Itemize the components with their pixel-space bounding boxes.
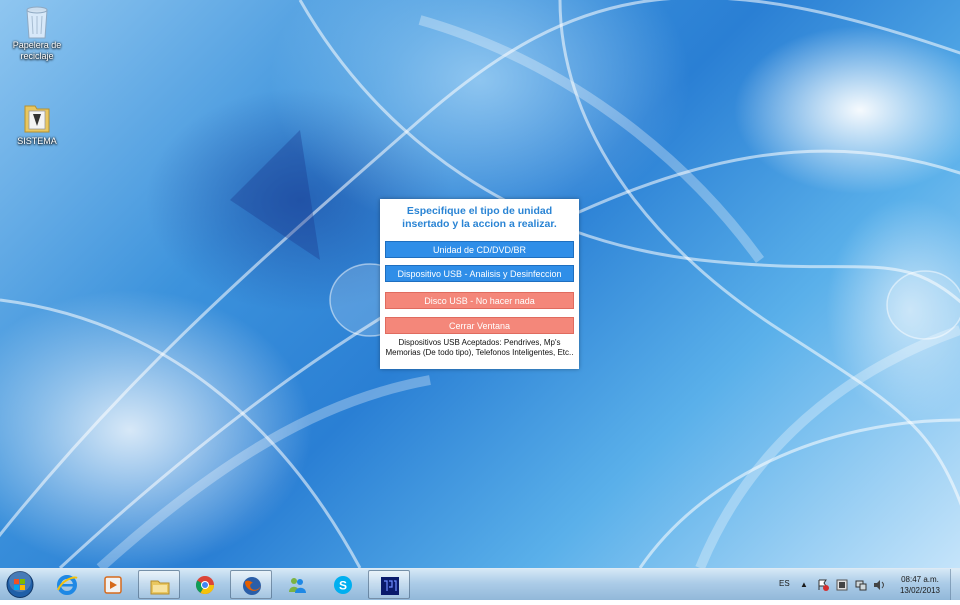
taskbar-app-window[interactable]: [368, 570, 410, 599]
taskbar-file-explorer[interactable]: [138, 570, 180, 599]
start-button[interactable]: [2, 569, 38, 600]
desktop: Papelera de reciclaje SISTEMA Especifiqu…: [0, 0, 960, 568]
internet-explorer-icon: [57, 575, 78, 595]
cd-dvd-br-button[interactable]: Unidad de CD/DVD/BR: [385, 241, 574, 258]
taskbar-skype[interactable]: S: [322, 570, 364, 599]
chrome-icon: [195, 576, 214, 595]
windows-orb-icon: [6, 570, 34, 598]
volume-icon[interactable]: [873, 578, 885, 590]
svg-text:S: S: [339, 579, 347, 593]
show-desktop-button[interactable]: [950, 569, 960, 600]
desktop-icon-label: Papelera de reciclaje: [12, 40, 62, 61]
action-center-icon[interactable]: [817, 578, 829, 591]
firefox-icon: [243, 577, 261, 595]
media-player-icon: [104, 576, 122, 594]
security-icon[interactable]: [836, 578, 848, 591]
folder-icon: [21, 100, 53, 134]
language-indicator[interactable]: ES: [779, 579, 790, 588]
taskbar-messenger[interactable]: [276, 570, 318, 599]
usb-disk-do-nothing-button[interactable]: Disco USB - No hacer nada: [385, 292, 574, 309]
clock-date[interactable]: 13/02/2013: [897, 586, 943, 595]
skype-icon: S: [334, 576, 352, 594]
network-icon[interactable]: [855, 578, 867, 591]
app-window-icon: [381, 577, 399, 595]
taskbar-firefox[interactable]: [230, 570, 272, 599]
desktop-icon-recycle-bin[interactable]: Papelera de reciclaje: [0, 4, 74, 62]
messenger-icon: [289, 578, 306, 593]
desktop-icon-sistema[interactable]: SISTEMA: [0, 100, 74, 147]
taskbar-internet-explorer[interactable]: [46, 570, 88, 599]
taskbar-media-player[interactable]: [92, 570, 134, 599]
taskbar: S ES ▲ 08:47 a.m. 13/02/2013: [0, 568, 960, 600]
show-hidden-icons-icon[interactable]: ▲: [800, 580, 808, 589]
device-action-dialog: Especifique el tipo de unidad insertado …: [380, 199, 579, 369]
file-explorer-icon: [150, 580, 170, 595]
desktop-icon-label: SISTEMA: [17, 136, 57, 146]
close-window-button[interactable]: Cerrar Ventana: [385, 317, 574, 334]
clock-time[interactable]: 08:47 a.m.: [897, 575, 943, 584]
usb-scan-disinfect-button[interactable]: Dispositivo USB - Analisis y Desinfeccio…: [385, 265, 574, 282]
dialog-title: Especifique el tipo de unidad insertado …: [402, 205, 557, 230]
recycle-bin-icon: [21, 4, 53, 39]
taskbar-chrome[interactable]: [184, 570, 226, 599]
dialog-note: Dispositivos USB Aceptados: Pendrives, M…: [385, 338, 574, 357]
